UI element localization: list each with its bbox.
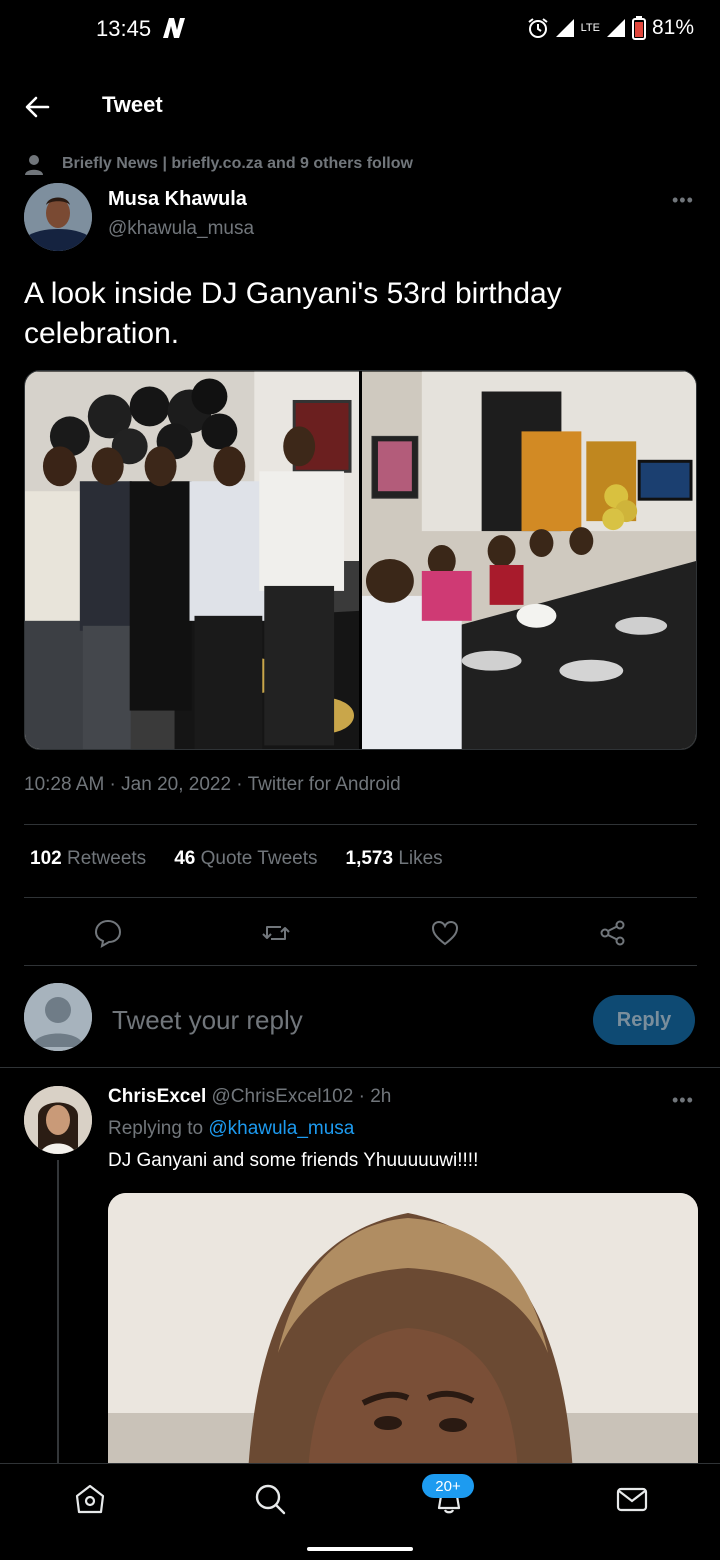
reply-time: · 2h bbox=[358, 1086, 392, 1107]
tweet-stats: 102 Retweets 46 Quote Tweets 1,573 Likes bbox=[30, 848, 443, 870]
reply-text: DJ Ganyani and some friends Yhuuuuuwi!!!… bbox=[108, 1150, 479, 1171]
thread-line bbox=[57, 1160, 59, 1464]
signal-icon-2 bbox=[606, 19, 625, 37]
tweet-metadata: 10:28 AM · Jan 20, 2022 · Twitter for An… bbox=[24, 774, 401, 795]
social-context[interactable]: Briefly News | briefly.co.za and 9 other… bbox=[62, 155, 413, 173]
battery-icon bbox=[631, 16, 646, 40]
notification-n-icon bbox=[163, 18, 185, 38]
alarm-icon bbox=[528, 18, 548, 38]
tweet-text: A look inside DJ Ganyani's 53rd birthday… bbox=[24, 277, 562, 350]
divider bbox=[24, 965, 697, 966]
reply-button[interactable]: Reply bbox=[593, 995, 695, 1045]
divider bbox=[24, 824, 697, 825]
back-arrow-icon[interactable] bbox=[22, 92, 52, 122]
retweet-icon[interactable] bbox=[261, 918, 291, 948]
photo-group-left[interactable] bbox=[25, 371, 359, 750]
photo-dinner-right[interactable] bbox=[362, 371, 696, 750]
search-icon[interactable] bbox=[253, 1482, 287, 1516]
notifications-badge: 20+ bbox=[422, 1474, 474, 1498]
likes-stat[interactable]: 1,573 Likes bbox=[346, 848, 443, 870]
reply-input[interactable]: Tweet your reply bbox=[112, 1005, 303, 1036]
author-avatar[interactable] bbox=[24, 183, 92, 251]
author-handle[interactable]: @khawula_musa bbox=[108, 218, 254, 240]
replying-to: Replying to @khawula_musa bbox=[108, 1118, 355, 1139]
reply-media[interactable] bbox=[108, 1193, 698, 1473]
reply-author-avatar[interactable] bbox=[24, 1086, 92, 1154]
divider bbox=[0, 1067, 720, 1068]
divider bbox=[24, 897, 697, 898]
signal-icon bbox=[555, 19, 574, 37]
gesture-bar[interactable] bbox=[307, 1547, 413, 1551]
home-icon[interactable] bbox=[73, 1482, 107, 1516]
status-indicators: LTE 81% bbox=[527, 16, 694, 40]
status-time: 13:45 bbox=[96, 16, 152, 41]
more-options-icon[interactable]: ••• bbox=[672, 190, 694, 211]
person-icon bbox=[25, 155, 43, 175]
messages-mail-icon[interactable] bbox=[615, 1482, 649, 1516]
like-heart-icon[interactable] bbox=[430, 918, 460, 948]
reply-header: ChrisExcel @ChrisExcel102 · 2h bbox=[108, 1086, 391, 1108]
bottom-navigation bbox=[0, 1463, 720, 1560]
quote-tweets-stat[interactable]: 46 Quote Tweets bbox=[174, 848, 317, 870]
page-title: Tweet bbox=[102, 92, 163, 117]
network-type: LTE bbox=[580, 21, 600, 34]
author-name[interactable]: Musa Khawula bbox=[108, 188, 247, 211]
retweets-stat[interactable]: 102 Retweets bbox=[30, 848, 146, 870]
battery-percent: 81% bbox=[651, 16, 694, 39]
tweet-media[interactable] bbox=[24, 370, 697, 750]
reply-icon[interactable] bbox=[93, 918, 123, 948]
reply-author-handle[interactable]: @ChrisExcel102 bbox=[212, 1086, 354, 1107]
mention-link[interactable]: @khawula_musa bbox=[208, 1118, 354, 1139]
reply-author-name[interactable]: ChrisExcel bbox=[108, 1086, 206, 1107]
user-avatar[interactable] bbox=[24, 983, 92, 1051]
reply-more-options-icon[interactable]: ••• bbox=[672, 1090, 694, 1111]
share-icon[interactable] bbox=[598, 918, 628, 948]
